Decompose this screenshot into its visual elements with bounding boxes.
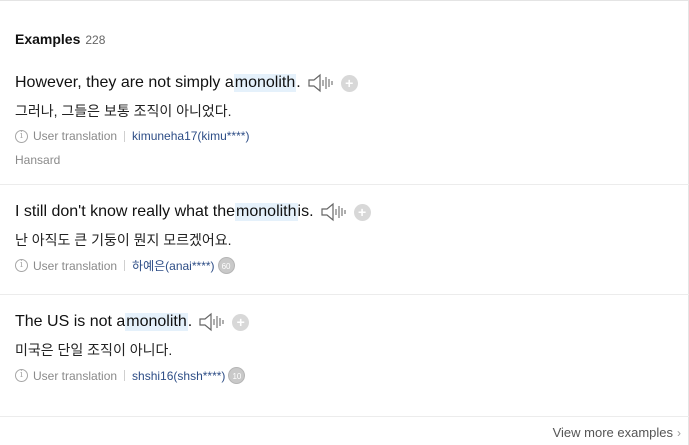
examples-title: Examples: [15, 31, 81, 47]
translator-link[interactable]: 하예은(anai****): [132, 257, 214, 274]
translation-meta: i User translation 하예은(anai****) 60: [15, 257, 235, 274]
meta-label: User translation: [33, 258, 118, 273]
add-plus-icon[interactable]: +: [340, 74, 358, 92]
meta-divider: [124, 130, 126, 142]
add-plus-icon[interactable]: +: [353, 203, 371, 221]
translation-meta: i User translation shshi16(shsh****) 10: [15, 367, 246, 384]
add-plus-icon[interactable]: +: [232, 313, 250, 331]
example-source: Hansard: [15, 153, 61, 167]
keyword-highlight[interactable]: monolith: [235, 203, 298, 221]
speaker-icon[interactable]: [307, 73, 335, 93]
keyword-highlight[interactable]: monolith: [125, 313, 188, 331]
meta-divider: [124, 370, 126, 381]
translation-meta: i User translation kimuneha17(kimu****): [15, 129, 249, 143]
chevron-right-icon: ›: [677, 425, 681, 440]
example-sentence: However, they are not simply a monolith …: [15, 73, 358, 93]
speaker-icon[interactable]: [320, 202, 348, 222]
info-icon[interactable]: i: [15, 129, 28, 143]
examples-panel: Examples 228 However, they are not simpl…: [0, 0, 689, 445]
keyword-highlight[interactable]: monolith: [233, 74, 297, 92]
sentence-text-end: is.: [297, 203, 314, 220]
meta-label: User translation: [33, 368, 118, 383]
view-more-examples-link[interactable]: View more examples ›: [553, 425, 681, 440]
speaker-icon[interactable]: [198, 312, 226, 332]
example-item: The US is not a monolith . + 미국은 단일 조직이 …: [0, 294, 689, 384]
translator-link[interactable]: kimuneha17(kimu****): [132, 129, 249, 143]
translator-link[interactable]: shshi16(shsh****): [132, 369, 225, 383]
example-translation: 난 아직도 큰 기둥이 뭔지 모르겠어요.: [15, 232, 232, 248]
sentence-text-end: .: [296, 74, 301, 91]
translator-level-badge: 10: [228, 367, 246, 384]
sentence-text-end: .: [187, 313, 193, 330]
examples-footer: View more examples ›: [0, 416, 689, 445]
examples-header: Examples 228: [15, 31, 105, 47]
sentence-text: The US is not a: [15, 313, 126, 330]
example-item: I still don't know really what the monol…: [0, 184, 689, 274]
translator-level-badge: 60: [217, 257, 235, 274]
example-translation: 그러나, 그들은 보통 조직이 아니었다.: [15, 103, 232, 119]
example-sentence: I still don't know really what the monol…: [15, 202, 371, 222]
info-icon[interactable]: i: [15, 369, 28, 382]
view-more-label: View more examples: [552, 425, 673, 440]
sentence-text: However, they are not simply a: [15, 74, 234, 91]
example-translation: 미국은 단일 조직이 아니다.: [15, 342, 173, 358]
meta-divider: [124, 260, 126, 271]
examples-count: 228: [85, 33, 106, 47]
example-sentence: The US is not a monolith . +: [15, 312, 250, 332]
info-icon[interactable]: i: [15, 259, 28, 272]
meta-label: User translation: [33, 129, 118, 143]
sentence-text: I still don't know really what the: [15, 203, 236, 220]
